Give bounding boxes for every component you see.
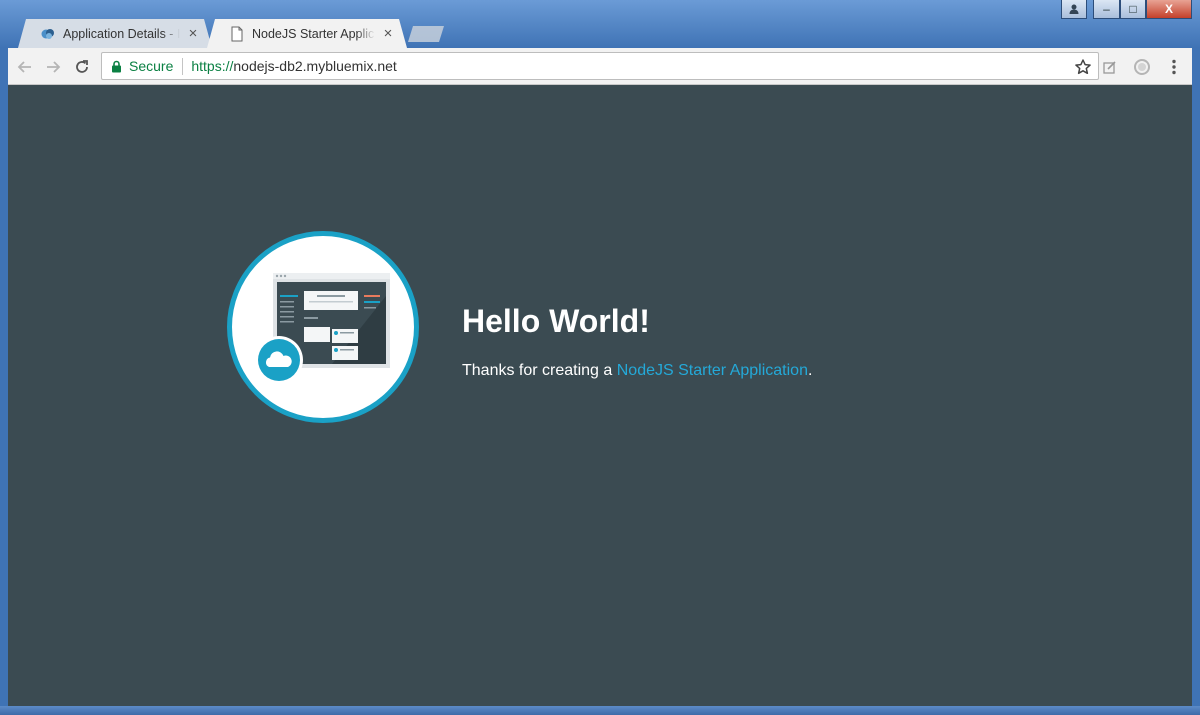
close-window-button[interactable]: X — [1146, 0, 1192, 19]
ibm-cloud-favicon-icon — [40, 26, 56, 42]
window-controls: – □ X — [1061, 0, 1192, 20]
page-heading: Hello World! — [462, 303, 650, 339]
minimize-icon: – — [1103, 2, 1110, 16]
maximize-icon: □ — [1129, 2, 1137, 16]
tab-strip: Application Details - IBM × NodeJS Start… — [0, 0, 1200, 48]
new-tab-button[interactable] — [408, 26, 444, 42]
page-body-text: Thanks for creating a NodeJS Starter App… — [462, 362, 812, 380]
url-scheme: https:// — [191, 58, 234, 74]
omnibox-separator — [182, 57, 184, 75]
maximize-button[interactable]: □ — [1120, 0, 1146, 19]
tab-title: NodeJS Starter Application — [252, 26, 375, 41]
nodejs-starter-link[interactable]: NodeJS Starter Application — [617, 362, 808, 379]
security-indicator[interactable]: Secure — [111, 58, 173, 74]
body-prefix: Thanks for creating a — [462, 362, 617, 379]
back-button[interactable] — [14, 56, 36, 78]
back-arrow-icon — [17, 61, 31, 73]
lock-icon — [112, 60, 121, 72]
extension-edit-icon[interactable] — [1100, 57, 1120, 77]
extension-circle-icon[interactable] — [1132, 57, 1152, 77]
browser-window: Application Details - IBM × NodeJS Start… — [0, 0, 1200, 715]
address-bar[interactable]: Secure https://nodejs-db2.mybluemix.net — [101, 52, 1099, 80]
reload-button[interactable] — [71, 56, 93, 78]
app-dashboard-illustration-icon — [255, 273, 390, 384]
browser-toolbar: Secure https://nodejs-db2.mybluemix.net — [8, 48, 1192, 85]
close-icon: X — [1164, 2, 1173, 16]
tab-title: Application Details - IBM — [63, 26, 180, 41]
minimize-button[interactable]: – — [1093, 0, 1120, 19]
secure-label: Secure — [129, 58, 174, 74]
document-favicon-icon — [229, 26, 245, 42]
profile-icon[interactable] — [1061, 0, 1087, 19]
forward-button[interactable] — [42, 56, 64, 78]
window-bottom-border — [0, 706, 1200, 715]
url-text[interactable]: https://nodejs-db2.mybluemix.net — [191, 58, 396, 74]
tab-application-details[interactable]: Application Details - IBM × — [18, 19, 212, 48]
url-host: nodejs-db2.mybluemix.net — [233, 58, 397, 74]
menu-kebab-icon[interactable] — [1164, 57, 1184, 77]
tab-close-icon[interactable]: × — [186, 26, 200, 41]
reload-icon — [76, 60, 88, 73]
body-suffix: . — [807, 362, 813, 379]
bookmark-star-icon[interactable] — [1074, 58, 1092, 76]
page-viewport: Hello World! Thanks for creating a NodeJ… — [8, 85, 1192, 706]
forward-arrow-icon — [47, 61, 61, 73]
tab-close-icon[interactable]: × — [381, 26, 395, 41]
tab-nodejs-starter[interactable]: NodeJS Starter Application × — [207, 19, 407, 48]
hero-illustration — [227, 231, 419, 423]
